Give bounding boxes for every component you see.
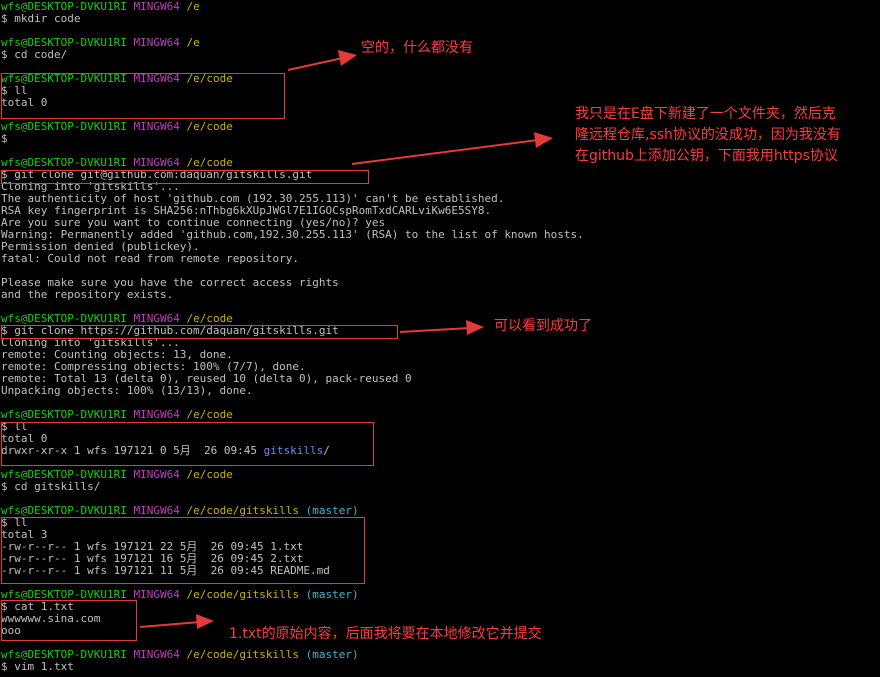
prompt-path: /e/code/gitskills	[186, 588, 300, 601]
prompt-branch: (master)	[305, 648, 359, 661]
prompt-user: wfs@DESKTOP-DVKU1RI	[1, 120, 127, 133]
prompt-host: MINGW64	[133, 408, 180, 421]
output-line: and the repository exists.	[1, 288, 174, 301]
prompt-host: MINGW64	[133, 588, 180, 601]
command-line: $ cd gitskills/	[1, 480, 101, 493]
prompt-host: MINGW64	[133, 0, 180, 13]
output-line: Unpacking objects: 100% (13/13), done.	[1, 384, 253, 397]
annotation-empty: 空的，什么都没有	[361, 40, 473, 56]
command-line: $ cd code/	[1, 48, 68, 61]
output-line: fatal: Could not read from remote reposi…	[1, 252, 300, 265]
prompt-line: wfs@DESKTOP-DVKU1RI MINGW64 /e/code/gits…	[1, 505, 359, 517]
prompt-path: /e	[186, 36, 200, 49]
highlight-repo-listing	[1, 517, 365, 584]
command-line: $ vim 1.txt	[1, 660, 74, 673]
highlight-https-clone-command	[1, 325, 398, 339]
annotation-success: 可以看到成功了	[494, 318, 592, 334]
prompt-path: /e	[186, 0, 200, 13]
prompt-line: wfs@DESKTOP-DVKU1RI MINGW64 /e/code	[1, 121, 233, 133]
prompt-host: MINGW64	[133, 120, 180, 133]
prompt-branch: (master)	[305, 588, 359, 601]
prompt-host: MINGW64	[133, 504, 180, 517]
prompt-path: /e/code	[186, 408, 233, 421]
annotation-original-content: 1.txt的原始内容，后面我将要在本地修改它并提交	[229, 626, 542, 642]
command-line: $ mkdir code	[1, 12, 81, 25]
highlight-ssh-clone-command	[1, 170, 369, 184]
prompt-path: /e/code	[186, 120, 233, 133]
prompt-host: MINGW64	[133, 648, 180, 661]
prompt-host: MINGW64	[133, 36, 180, 49]
prompt-path: /e/code/gitskills	[186, 504, 300, 517]
prompt-path: /e/code/gitskills	[186, 648, 300, 661]
prompt-path: /e/code	[186, 468, 233, 481]
prompt-line: wfs@DESKTOP-DVKU1RI MINGW64 /e/code	[1, 409, 233, 421]
prompt-host: MINGW64	[133, 468, 180, 481]
highlight-cat-output	[1, 600, 137, 641]
highlight-empty-listing	[1, 73, 285, 119]
prompt-branch: (master)	[305, 504, 359, 517]
highlight-cloned-listing	[1, 422, 374, 466]
command-line: $	[1, 132, 8, 145]
annotation-ssh-failed: 我只是在E盘下新建了一个文件夹，然后克 隆远程仓库,ssh协议的没成功，因为我没…	[575, 106, 841, 164]
